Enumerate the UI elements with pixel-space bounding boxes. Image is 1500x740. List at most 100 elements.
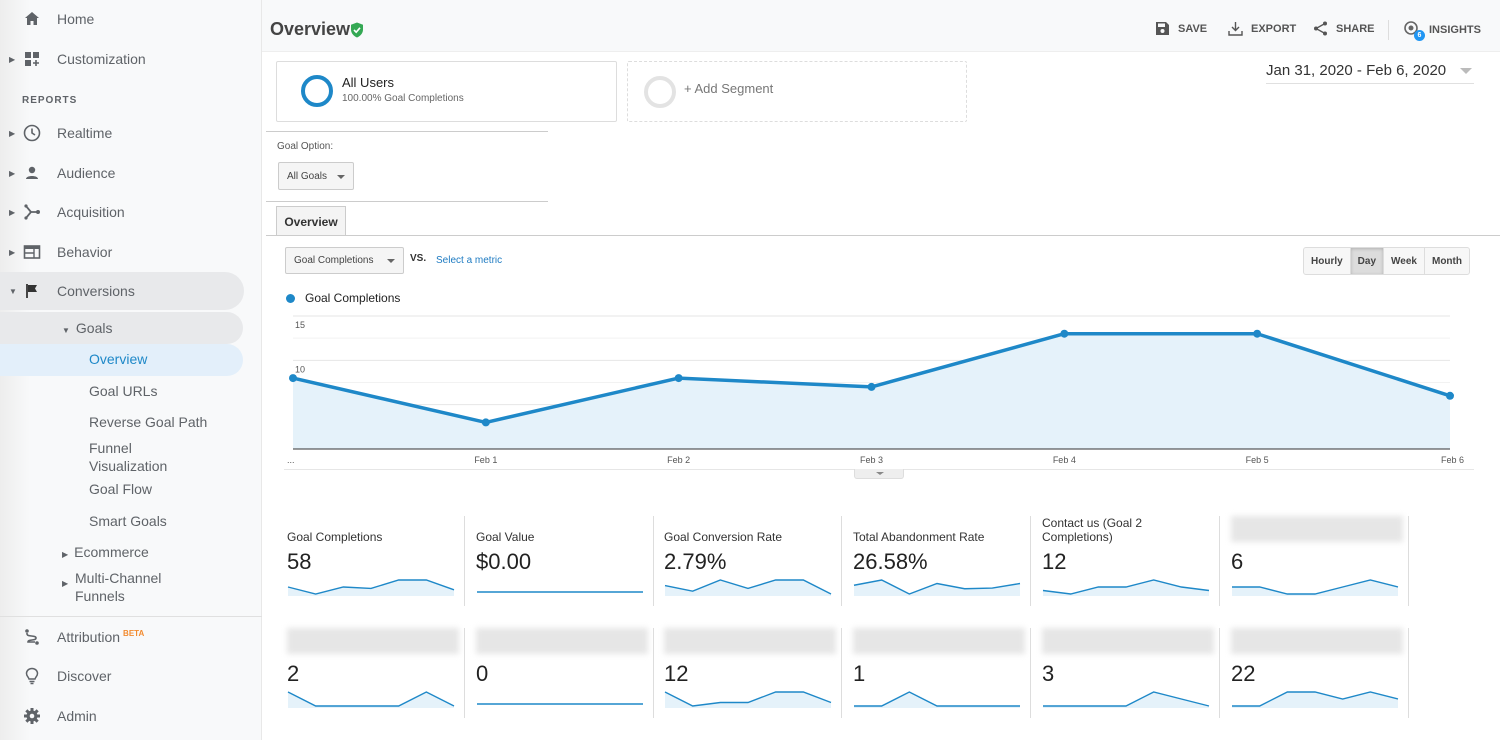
tile-value: 26.58% (853, 549, 928, 574)
caret-right-icon: ▶ (62, 579, 69, 588)
data-point[interactable] (867, 382, 876, 391)
sidebar-item-home[interactable]: Home (0, 0, 244, 38)
granularity-week[interactable]: Week (1384, 248, 1425, 274)
x-tick-label: Feb 6 (1441, 455, 1464, 465)
metric-tile[interactable]: 1 (853, 628, 1041, 720)
divider (266, 201, 548, 202)
granularity-day[interactable]: Day (1350, 248, 1385, 274)
caret-down-icon: ▼ (9, 286, 17, 296)
date-range-text: Jan 31, 2020 - Feb 6, 2020 (1266, 62, 1447, 79)
sidebar-item-goals[interactable]: ▼ Goals (62, 320, 113, 336)
sidebar-item-acquisition[interactable]: ▶ Acquisition (0, 193, 244, 231)
add-segment-button[interactable]: + Add Segment (627, 61, 967, 122)
tile-label (476, 628, 648, 654)
sidebar-item-behavior[interactable]: ▶ Behavior (0, 233, 244, 271)
sidebar-item-goal-urls[interactable]: Goal URLs (89, 383, 157, 399)
x-tick-label: Feb 1 (474, 455, 497, 465)
sidebar-item-label: Admin (57, 708, 97, 724)
data-point[interactable] (1446, 391, 1454, 400)
sidebar-item-label: Ecommerce (74, 544, 149, 560)
tab-divider (266, 235, 1500, 236)
insights-button[interactable]: 6 INSIGHTS (1403, 21, 1481, 41)
tile-separator (1408, 628, 1409, 718)
tile-value: $0.00 (476, 549, 532, 574)
tile-separator (1219, 628, 1220, 718)
beta-badge: BETA (123, 629, 145, 639)
metric-tile[interactable]: 6 (1231, 516, 1419, 608)
reports-section-header: REPORTS (22, 95, 78, 106)
primary-metric-select[interactable]: Goal Completions (285, 247, 404, 274)
x-tick-label: ... (287, 455, 295, 465)
tile-value: 2.79% (664, 549, 727, 574)
data-point[interactable] (481, 418, 490, 427)
metric-tile[interactable]: 22 (1231, 628, 1419, 720)
sparkline (1232, 579, 1399, 596)
tile-label: Goal Conversion Rate (664, 530, 783, 544)
granularity-month[interactable]: Month (1425, 248, 1469, 274)
data-point[interactable] (289, 374, 297, 383)
page-title: Overview (270, 19, 351, 39)
tile-label (664, 628, 836, 654)
metric-tile[interactable]: Contact us (Goal 2 Completions) 12 (1042, 516, 1230, 608)
dashboard-icon (22, 49, 42, 69)
sidebar-item-realtime[interactable]: ▶ Realtime (0, 114, 244, 152)
share-button[interactable]: SHARE (1313, 21, 1375, 36)
data-point[interactable] (1060, 329, 1069, 338)
sidebar-item-attribution[interactable]: Attribution BETA (0, 618, 244, 656)
goal-option-value: All Goals (287, 170, 328, 182)
data-point[interactable] (674, 374, 683, 383)
data-point[interactable] (1253, 329, 1262, 338)
sidebar-item-conversions[interactable]: ▼ Conversions (0, 272, 244, 310)
sidebar-item-smart-goals[interactable]: Smart Goals (89, 513, 167, 529)
tile-value: 3 (1042, 661, 1055, 686)
sidebar-item-label: Goals (75, 320, 113, 336)
sparkline (854, 691, 1020, 708)
sidebar-item-goal-flow[interactable]: Goal Flow (89, 481, 152, 497)
sidebar-item-customization[interactable]: ▶ Customization (0, 40, 244, 78)
metric-tile[interactable]: Goal Completions 58 (287, 516, 475, 608)
behavior-icon (22, 242, 42, 262)
sidebar-item-reverse-goal-path[interactable]: Reverse Goal Path (89, 414, 207, 430)
metric-tile[interactable]: 3 (1042, 628, 1230, 720)
sparkline (477, 591, 643, 593)
metric-tile[interactable]: Goal Conversion Rate 2.79% (664, 516, 852, 608)
sidebar-item-label: Conversions (57, 283, 135, 299)
add-segment-label: + Add Segment (684, 81, 774, 96)
caret-right-icon: ▶ (9, 168, 16, 178)
tile-separator (1408, 516, 1409, 606)
segment-all-users[interactable]: All Users 100.00% Goal Completions (276, 61, 617, 122)
series-area (293, 333, 1450, 449)
sidebar-item-funnel-visualization[interactable]: Funnel Visualization (89, 439, 199, 475)
goal-option-select[interactable]: All Goals (278, 162, 354, 190)
export-button[interactable]: EXPORT (1228, 21, 1296, 36)
sidebar-divider (0, 616, 262, 617)
metric-tile[interactable]: 12 (664, 628, 852, 720)
metric-tile[interactable]: Goal Value $0.00 (476, 516, 664, 608)
save-icon (1156, 22, 1169, 35)
date-range-picker[interactable]: Jan 31, 2020 - Feb 6, 2020 (1266, 62, 1474, 84)
sidebar-item-admin[interactable]: Admin (0, 697, 244, 735)
sidebar-item-discover[interactable]: Discover (0, 657, 244, 695)
tile-label: Goal Completions (287, 530, 383, 544)
vs-label: VS. (410, 253, 427, 264)
chart-collapse-handle[interactable] (854, 469, 904, 479)
caret-right-icon: ▶ (9, 128, 16, 138)
metric-tile[interactable]: 2 (287, 628, 475, 720)
save-button[interactable]: SAVE (1155, 21, 1207, 36)
metric-tile[interactable]: Total Abandonment Rate 26.58% (853, 516, 1041, 608)
sidebar-item-audience[interactable]: ▶ Audience (0, 154, 244, 192)
gear-icon (22, 706, 42, 726)
sparkline (1042, 579, 1210, 596)
tab-overview[interactable]: Overview (276, 206, 346, 236)
acquisition-icon (22, 202, 42, 222)
granularity-hourly[interactable]: Hourly (1304, 248, 1351, 274)
sparkline (477, 703, 643, 705)
sparkline-area (665, 692, 831, 708)
chart-legend: Goal Completions (286, 291, 400, 305)
x-tick-label: Feb 3 (860, 455, 883, 465)
sidebar-item-goals-overview[interactable]: Overview (89, 351, 147, 367)
sidebar-item-label: Audience (57, 165, 116, 181)
select-metric-link[interactable]: Select a metric (436, 255, 502, 266)
metric-tile[interactable]: 0 (476, 628, 664, 720)
sidebar-item-ecommerce[interactable]: ▶ Ecommerce (62, 544, 149, 560)
